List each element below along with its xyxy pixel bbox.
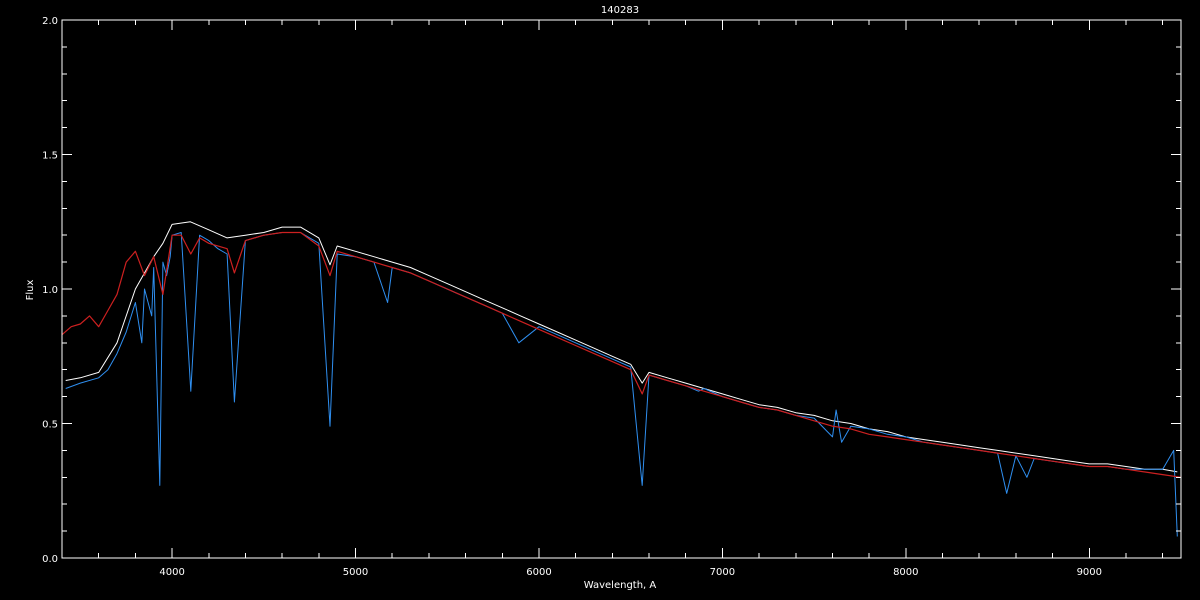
x-tick-label: 6000 xyxy=(526,567,551,578)
x-tick-label: 8000 xyxy=(893,567,918,578)
axes-layer xyxy=(61,19,1182,559)
series-line-1 xyxy=(65,221,1178,473)
x-tick-label: 5000 xyxy=(343,567,368,578)
y-tick-label: 2.0 xyxy=(42,16,58,27)
x-tick-label: 4000 xyxy=(159,567,184,578)
x-axis-label: Wavelength, A xyxy=(584,580,657,591)
chart-title: 140283 xyxy=(601,5,639,16)
y-axis-label: Flux xyxy=(25,280,36,301)
y-tick-label: 1.0 xyxy=(42,285,58,296)
x-tick-label: 9000 xyxy=(1077,567,1102,578)
series-layer xyxy=(61,221,1182,537)
ticks-layer: 4000 5000 6000 7000 8000 9000 0.0 0.5 1.0 1.5 2.0 xyxy=(42,16,1102,578)
y-tick-label: 0.5 xyxy=(42,420,58,431)
x-tick-label: 7000 xyxy=(710,567,735,578)
series-line-2 xyxy=(65,232,1178,537)
series-line-3 xyxy=(61,231,1182,478)
plot-frame xyxy=(61,19,1182,559)
spectrum-chart: 140283 Wavelength, A Flux 4000 5000 6000 70… xyxy=(25,5,1182,591)
y-tick-label: 0.0 xyxy=(42,554,58,565)
y-tick-label: 1.5 xyxy=(42,151,58,162)
